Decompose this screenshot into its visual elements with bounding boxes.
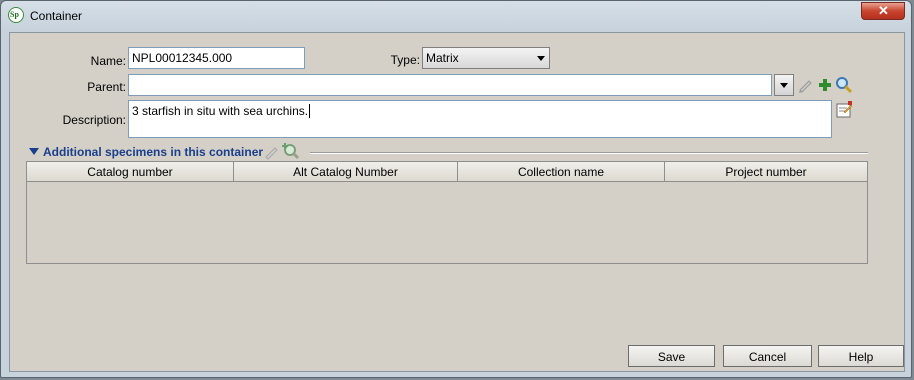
description-label: Description: [62, 113, 126, 127]
section-separator [310, 152, 868, 154]
parent-field[interactable] [128, 74, 772, 96]
close-button[interactable]: ✕ [861, 2, 905, 20]
chevron-down-icon [780, 83, 788, 88]
save-button[interactable]: Save [628, 345, 715, 367]
type-select-value: Matrix [426, 51, 459, 65]
cancel-button[interactable]: Cancel [723, 345, 812, 367]
search-add-icon[interactable] [282, 142, 300, 160]
name-field[interactable]: NPL00012345.000 [128, 47, 305, 69]
section-title: Additional specimens in this container [43, 145, 264, 159]
specimens-table[interactable]: Catalog number Alt Catalog Number Collec… [26, 161, 868, 264]
parent-dropdown-button[interactable] [774, 74, 794, 96]
parent-label: Parent: [87, 80, 126, 94]
collapse-triangle-icon[interactable] [29, 148, 39, 155]
column-header-collection-name[interactable]: Collection name [458, 162, 665, 182]
edit-pencil-disabled-icon[interactable] [263, 144, 279, 160]
close-icon: ✕ [878, 3, 889, 18]
specify-app-icon: Sp [8, 7, 24, 23]
window-title: Container [30, 9, 83, 23]
help-button[interactable]: Help [818, 345, 904, 367]
text-cursor [309, 104, 311, 118]
edit-pencil-icon[interactable] [797, 77, 813, 93]
add-icon[interactable] [818, 78, 832, 92]
chevron-down-icon [537, 56, 545, 61]
edit-text-icon[interactable] [836, 101, 853, 118]
search-icon[interactable] [835, 76, 853, 94]
column-header-project-number[interactable]: Project number [665, 162, 867, 182]
title-bar: Sp Container ✕ [1, 1, 911, 31]
dialog-body: Name: NPL00012345.000 Type: Matrix Paren… [9, 32, 905, 372]
description-text: 3 starfish in situ with sea urchins. [132, 104, 309, 118]
container-dialog: Sp Container ✕ Name: NPL00012345.000 Typ… [0, 0, 912, 378]
column-header-catalog-number[interactable]: Catalog number [27, 162, 234, 182]
type-label: Type: [390, 53, 420, 67]
type-select[interactable]: Matrix [422, 47, 550, 69]
column-header-alt-catalog-number[interactable]: Alt Catalog Number [234, 162, 458, 182]
name-label: Name: [90, 54, 126, 68]
description-field[interactable]: 3 starfish in situ with sea urchins. [128, 100, 832, 138]
